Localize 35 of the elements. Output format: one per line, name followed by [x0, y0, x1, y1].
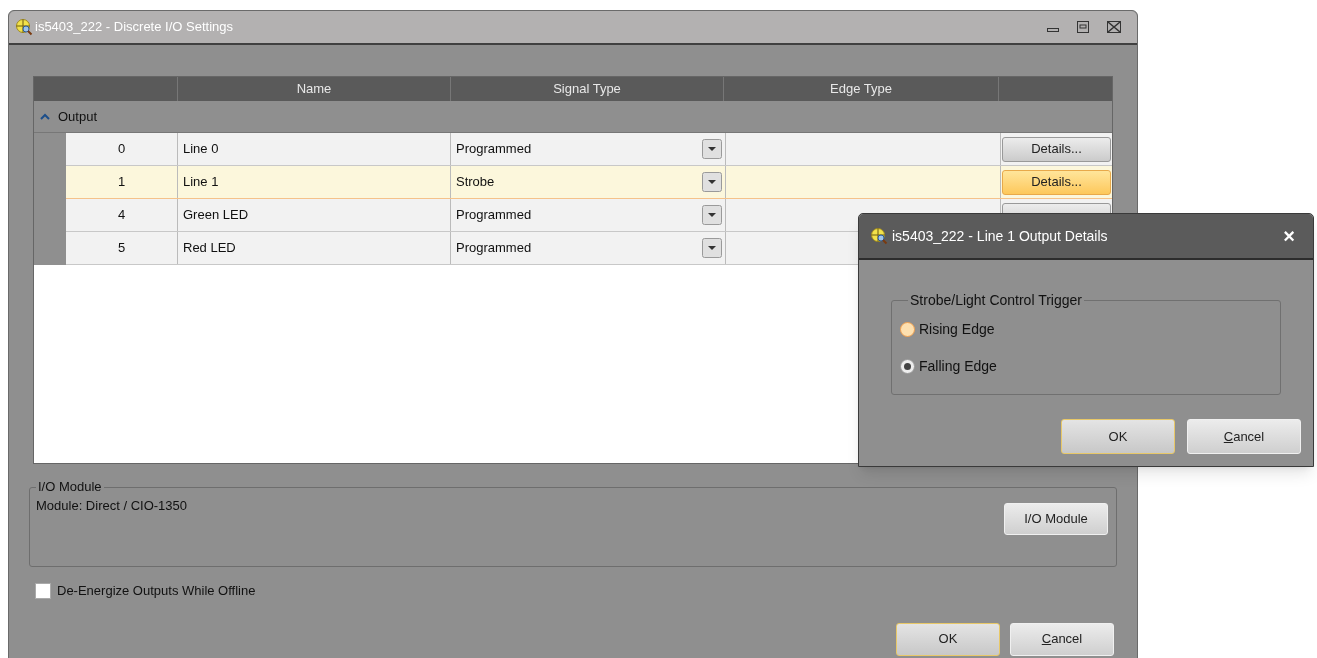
table-cell-text: Red LED — [183, 239, 236, 258]
close-icon[interactable] — [1107, 21, 1121, 33]
app-logo-icon — [15, 18, 33, 36]
maximize-icon[interactable] — [1077, 21, 1089, 33]
radio-option[interactable]: Rising Edge — [900, 319, 1280, 340]
signal-type-dropdown[interactable]: Programmed — [451, 232, 726, 264]
close-button[interactable]: × — [1283, 226, 1295, 246]
group-legend: Strobe/Light Control Trigger — [908, 291, 1084, 309]
group-label: Output — [58, 107, 98, 126]
app-logo-icon — [870, 227, 888, 245]
table-cell-text: Green LED — [183, 206, 249, 225]
radio-option[interactable]: Falling Edge — [900, 356, 1280, 377]
collapse-chevron-icon[interactable] — [40, 112, 50, 121]
table-cell-text: Line 0 — [183, 140, 219, 159]
details-button[interactable]: Details... — [1002, 169, 1111, 195]
ok-button[interactable]: OK — [1061, 419, 1175, 454]
module-text: Module: Direct / CIO-1350 — [36, 497, 187, 515]
table-cell-text: 1 — [117, 173, 126, 192]
checkbox[interactable] — [35, 582, 51, 599]
table-cell-text: 4 — [117, 206, 126, 225]
signal-type-dropdown[interactable]: Programmed — [451, 133, 726, 165]
window-title: is5403_222 - Discrete I/O Settings — [35, 18, 233, 37]
table-cell-text: 0 — [117, 140, 126, 159]
table-row[interactable]: 1 Line 1 Strobe Details... — [66, 166, 1112, 199]
table-cell-text: 5 — [117, 239, 126, 258]
table-cell-text: Line 1 — [183, 173, 219, 192]
signal-type-dropdown[interactable]: Programmed — [451, 199, 726, 231]
cancel-button[interactable]: Cancel — [1187, 419, 1301, 454]
signal-type-dropdown[interactable]: Strobe — [451, 166, 726, 198]
ok-button[interactable]: OK — [896, 622, 1000, 656]
cancel-button[interactable]: Cancel — [1010, 622, 1114, 656]
checkbox-label: De-Energize Outputs While Offline — [57, 582, 256, 600]
io-module-button[interactable]: I/O Module — [1004, 503, 1108, 535]
details-button[interactable]: Details... — [1002, 136, 1111, 162]
table-row[interactable]: 0 Line 0 Programmed Details... — [66, 133, 1112, 166]
